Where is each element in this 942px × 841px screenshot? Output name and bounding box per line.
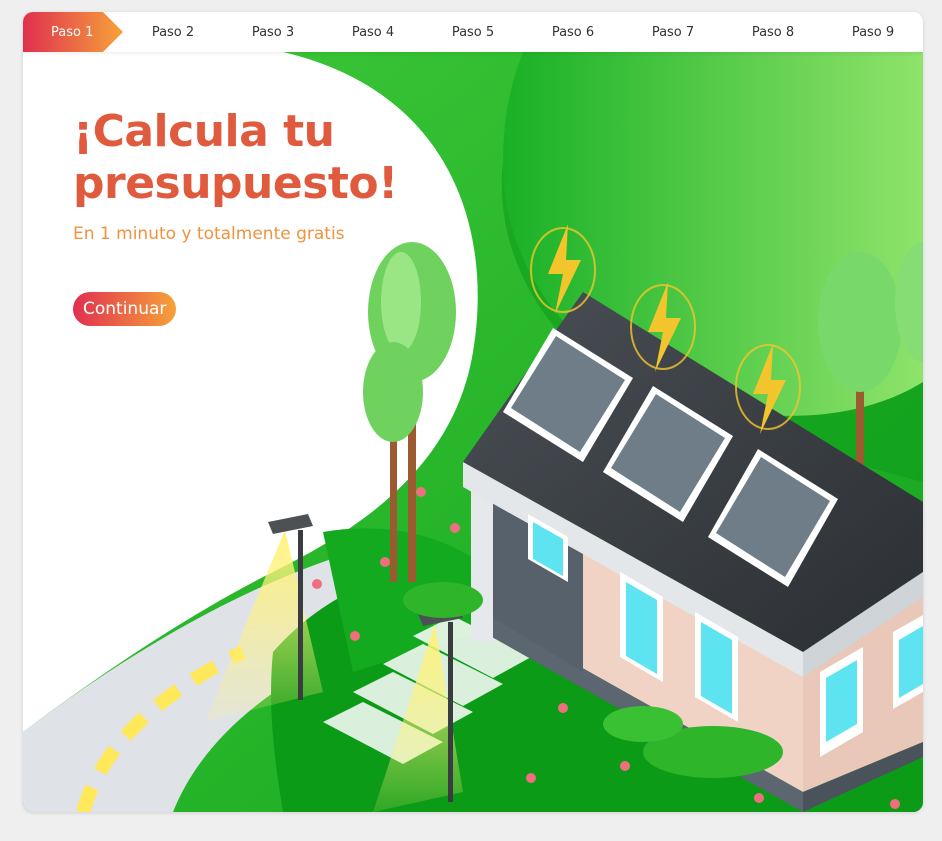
step-6[interactable]: Paso 6 [523,12,623,52]
step-2[interactable]: Paso 2 [123,12,223,52]
step-3[interactable]: Paso 3 [223,12,323,52]
hero-text: ¡Calcula tu presupuesto! En 1 minuto y t… [73,106,398,244]
step-9[interactable]: Paso 9 [823,12,923,52]
step-8[interactable]: Paso 8 [723,12,823,52]
step-4[interactable]: Paso 4 [323,12,423,52]
continue-button[interactable]: Continuar [73,292,177,326]
page-title: ¡Calcula tu presupuesto! [73,106,398,210]
step-7[interactable]: Paso 7 [623,12,723,52]
wizard-card: Paso 1 Paso 2 Paso 3 Paso 4 Paso 5 Paso … [23,12,923,812]
title-line-2: presupuesto! [73,158,398,209]
subtitle: En 1 minuto y totalmente gratis [73,224,345,244]
step-1[interactable]: Paso 1 [23,12,123,52]
title-line-1: ¡Calcula tu [73,106,335,157]
step-progress-bar: Paso 1 Paso 2 Paso 3 Paso 4 Paso 5 Paso … [23,12,923,52]
step-5[interactable]: Paso 5 [423,12,523,52]
